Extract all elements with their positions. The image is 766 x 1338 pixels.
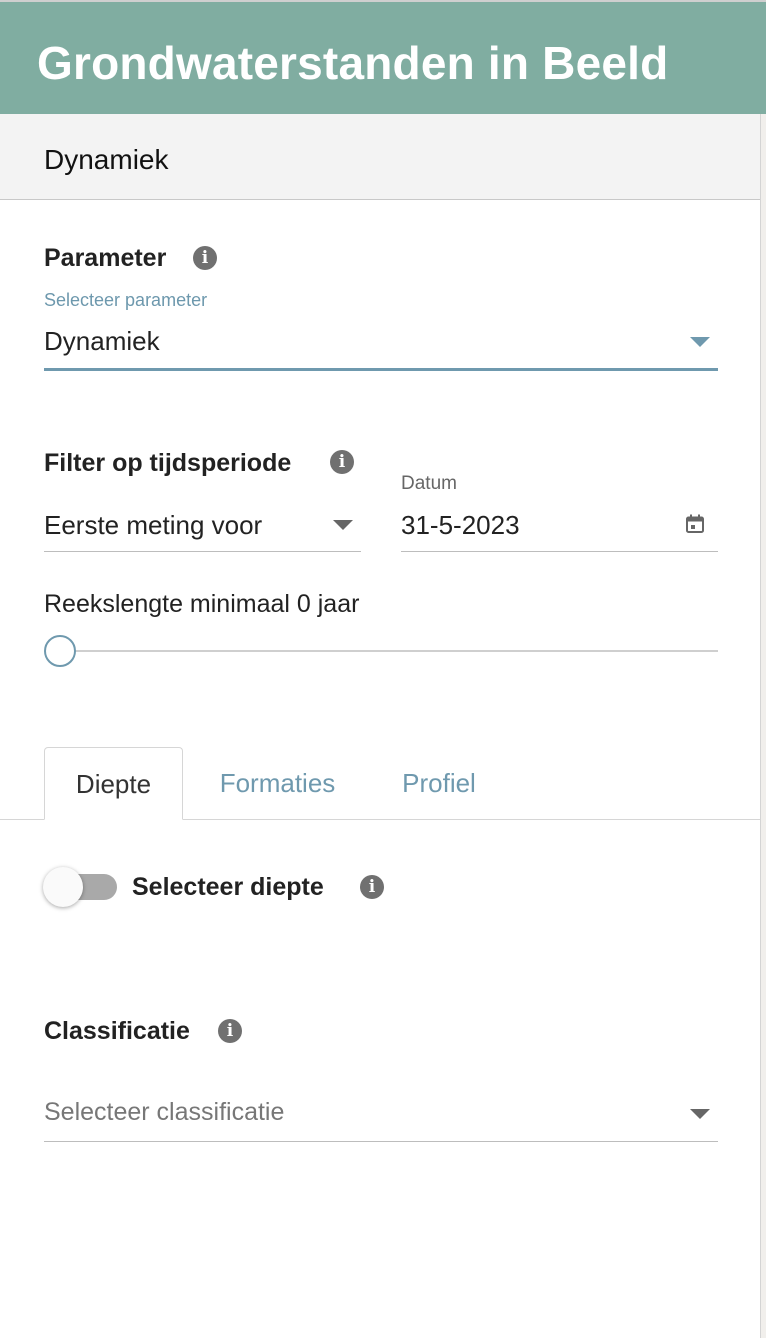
parameter-select-underline — [44, 368, 718, 371]
info-icon[interactable]: i — [218, 1019, 242, 1043]
filter-mode-underline — [44, 551, 361, 552]
caret-down-icon — [690, 337, 710, 347]
series-length-slider-thumb[interactable] — [44, 635, 76, 667]
tab-profiel[interactable]: Profiel — [385, 747, 493, 820]
caret-down-icon — [690, 1109, 710, 1119]
filter-mode-value: Eerste meting voor — [44, 510, 263, 540]
info-icon[interactable]: i — [360, 875, 384, 899]
info-icon[interactable]: i — [330, 450, 354, 474]
series-length-label: Reekslengte minimaal 0 jaar — [44, 590, 360, 618]
classification-label: Classificatie — [44, 1017, 190, 1045]
date-input[interactable]: 31-5-2023 — [401, 500, 718, 550]
classification-underline — [44, 1141, 718, 1142]
filter-mode-select[interactable]: Eerste meting voor — [44, 500, 361, 550]
app-header: Grondwaterstanden in Beeld — [0, 0, 766, 114]
sidebar-panel: Grondwaterstanden in Beeld Dynamiek Para… — [0, 0, 766, 1338]
classification-placeholder: Selecteer classificatie — [44, 1098, 285, 1126]
parameter-label: Parameter — [44, 244, 167, 272]
caret-down-icon — [333, 520, 353, 530]
parameter-select[interactable]: Dynamiek — [44, 320, 718, 372]
parameter-field-label: Selecteer parameter — [44, 290, 208, 310]
section-header[interactable]: Dynamiek — [0, 114, 760, 200]
tab-diepte[interactable]: Diepte — [44, 747, 183, 820]
series-length-slider-track[interactable] — [60, 650, 718, 652]
date-underline — [401, 551, 718, 552]
date-field-label: Datum — [401, 473, 457, 494]
filter-label: Filter op tijdsperiode — [44, 449, 292, 477]
depth-toggle-knob[interactable] — [43, 867, 83, 907]
app-title: Grondwaterstanden in Beeld — [37, 37, 669, 89]
map-edge — [760, 0, 766, 1338]
parameter-selected-value: Dynamiek — [44, 326, 160, 356]
tab-formaties[interactable]: Formaties — [200, 747, 355, 820]
info-icon[interactable]: i — [193, 246, 217, 270]
depth-toggle-label: Selecteer diepte — [132, 873, 324, 901]
section-title: Dynamiek — [44, 144, 169, 175]
calendar-icon[interactable] — [685, 514, 705, 534]
classification-select[interactable]: Selecteer classificatie — [44, 1088, 718, 1140]
date-value: 31-5-2023 — [401, 510, 520, 540]
